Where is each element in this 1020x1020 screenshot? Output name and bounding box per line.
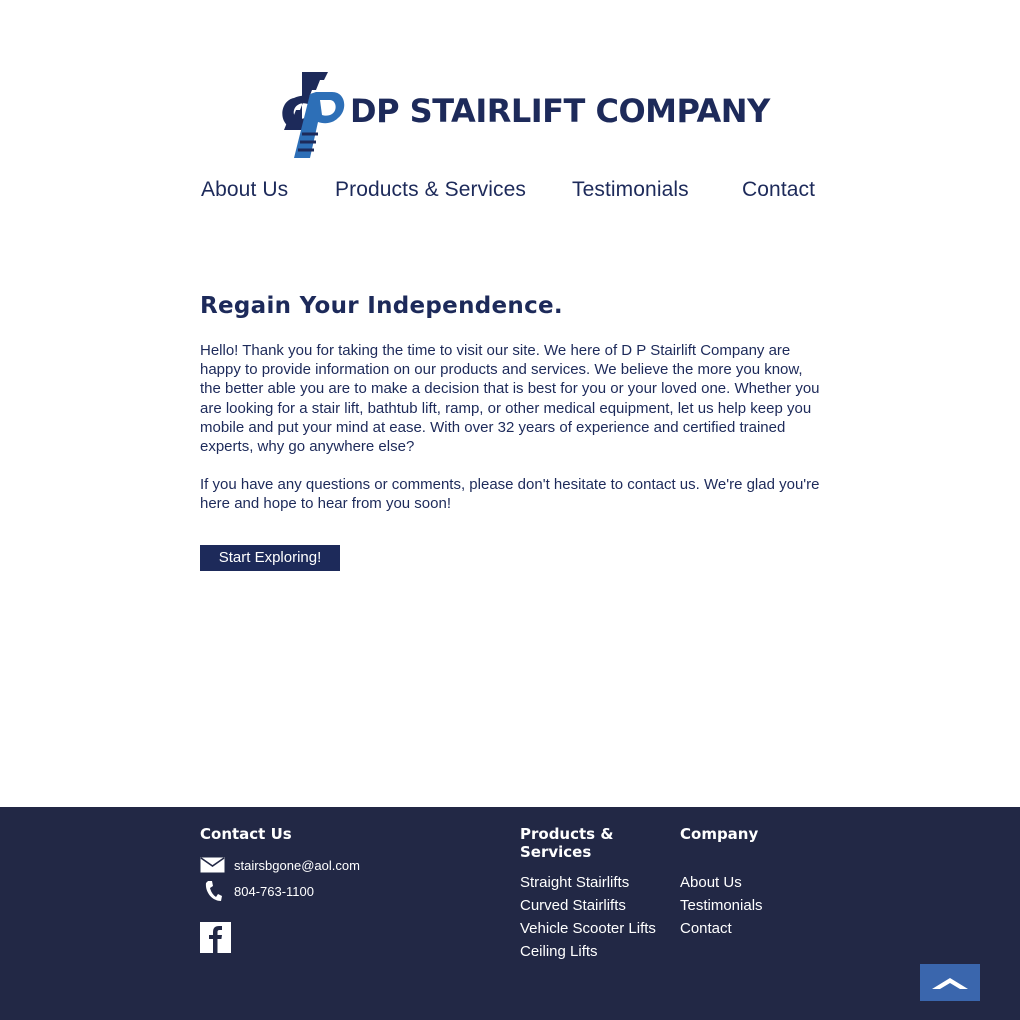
site-footer: Contact Us stairsbgone@aol.com 804-763-1… (0, 807, 1020, 1020)
footer-link-ceiling-lifts[interactable]: Ceiling Lifts (520, 943, 598, 960)
nav-item-testimonials[interactable]: Testimonials (572, 178, 689, 202)
facebook-icon[interactable] (200, 922, 231, 953)
back-to-top-button[interactable] (920, 964, 980, 1001)
main-nav: About Us Products & Services Testimonial… (200, 178, 822, 210)
footer-link-straight-stairlifts[interactable]: Straight Stairlifts (520, 874, 629, 891)
page-headline: Regain Your Independence. (200, 293, 563, 319)
phone-icon (200, 880, 225, 902)
logo-mark-icon (282, 72, 345, 158)
footer-company-title: Company (680, 825, 759, 843)
logo-text: DP STAIRLIFT COMPANY (350, 92, 770, 130)
footer-link-curved-stairlifts[interactable]: Curved Stairlifts (520, 897, 626, 914)
footer-email-row[interactable]: stairsbgone@aol.com (200, 854, 360, 876)
footer-phone[interactable]: 804-763-1100 (234, 884, 314, 899)
footer-products-title: Products & Services (520, 825, 614, 861)
footer-email[interactable]: stairsbgone@aol.com (234, 858, 360, 873)
chevron-up-icon (932, 977, 968, 989)
footer-link-testimonials[interactable]: Testimonials (680, 897, 763, 914)
footer-phone-row[interactable]: 804-763-1100 (200, 880, 314, 902)
contact-invite-paragraph: If you have any questions or comments, p… (200, 476, 820, 513)
footer-link-contact[interactable]: Contact (680, 920, 732, 937)
footer-contact-title: Contact Us (200, 825, 292, 843)
intro-paragraph: Hello! Thank you for taking the time to … (200, 342, 820, 456)
footer-link-vehicle-scooter-lifts[interactable]: Vehicle Scooter Lifts (520, 920, 656, 937)
nav-item-about-us[interactable]: About Us (201, 178, 288, 202)
nav-item-products-services[interactable]: Products & Services (335, 178, 526, 202)
company-logo[interactable]: DP STAIRLIFT COMPANY (280, 70, 770, 160)
start-exploring-button[interactable]: Start Exploring! (200, 545, 340, 571)
envelope-icon (200, 854, 225, 876)
footer-link-about-us[interactable]: About Us (680, 874, 742, 891)
nav-item-contact[interactable]: Contact (742, 178, 815, 202)
